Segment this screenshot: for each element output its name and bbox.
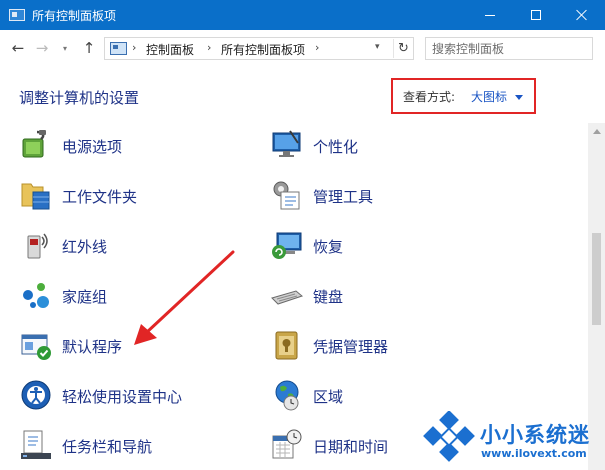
scrollbar-thumb[interactable] — [592, 233, 601, 325]
close-icon — [576, 9, 588, 21]
navigation-bar: ← → ▾ ↑ › 控制面板 › 所有控制面板项 › ▾ ↻ — [0, 30, 605, 68]
personalization-icon — [272, 130, 301, 157]
item-homegroup[interactable]: 家庭组 — [19, 278, 239, 318]
infrared-icon — [27, 233, 48, 259]
window-title: 所有控制面板项 — [32, 9, 117, 23]
item-personalization[interactable]: 个性化 — [270, 128, 510, 168]
minimize-button[interactable] — [467, 0, 513, 30]
date-time-icon — [272, 429, 302, 459]
item-label: 任务栏和导航 — [62, 438, 153, 456]
ease-of-access-icon — [21, 380, 51, 410]
item-label: 个性化 — [313, 138, 359, 156]
item-label: 家庭组 — [62, 288, 108, 306]
watermark-url: www.ilovext.com — [481, 447, 587, 460]
watermark-logo — [423, 411, 475, 462]
item-credential-manager[interactable]: 凭据管理器 — [270, 328, 510, 368]
back-button[interactable]: ← — [7, 38, 29, 58]
work-folders-icon — [21, 183, 50, 210]
search-input[interactable] — [432, 40, 582, 57]
view-by-dropdown[interactable]: 大图标 — [471, 88, 507, 105]
item-label: 凭据管理器 — [313, 338, 389, 356]
item-label: 工作文件夹 — [62, 188, 138, 206]
power-options-icon — [22, 130, 46, 158]
address-dropdown-button[interactable]: ▾ — [375, 42, 380, 52]
item-work-folders[interactable]: 工作文件夹 — [19, 178, 239, 218]
breadcrumb-control-panel[interactable]: 控制面板 — [146, 41, 194, 58]
region-icon — [275, 380, 299, 411]
minimize-icon — [485, 14, 495, 16]
item-label: 红外线 — [62, 238, 108, 256]
item-label: 键盘 — [313, 288, 344, 306]
item-recovery[interactable]: 恢复 — [270, 228, 510, 268]
close-button[interactable] — [559, 0, 605, 30]
breadcrumb-separator: › — [207, 41, 212, 54]
recent-locations-button[interactable]: ▾ — [58, 38, 72, 58]
watermark-title: 小小系统迷 — [480, 423, 590, 447]
item-label: 日期和时间 — [313, 438, 389, 456]
recovery-icon — [272, 232, 302, 259]
title-bar: 所有控制面板项 — [0, 0, 605, 30]
breadcrumb-separator: › — [315, 41, 320, 54]
item-label: 恢复 — [313, 238, 344, 256]
item-label: 轻松使用设置中心 — [62, 388, 183, 406]
up-button[interactable]: ↑ — [78, 38, 100, 58]
item-keyboard[interactable]: 键盘 — [270, 278, 510, 318]
address-bar[interactable]: › 控制面板 › 所有控制面板项 › ▾ ↻ — [104, 37, 414, 60]
item-default-programs[interactable]: 默认程序 — [19, 328, 239, 368]
breadcrumb-separator: › — [132, 41, 137, 54]
item-label: 电源选项 — [62, 138, 123, 156]
keyboard-icon — [271, 290, 304, 305]
item-infrared[interactable]: 红外线 — [19, 228, 239, 268]
homegroup-icon — [23, 283, 49, 308]
administrative-tools-icon — [273, 181, 300, 210]
item-administrative-tools[interactable]: 管理工具 — [270, 178, 510, 218]
item-taskbar-navigation[interactable]: 任务栏和导航 — [19, 428, 239, 468]
credential-manager-icon — [275, 331, 298, 360]
item-label: 默认程序 — [62, 338, 123, 356]
maximize-icon — [531, 10, 541, 20]
watermark: 小小系统迷 www.ilovext.com — [420, 407, 605, 470]
item-power-options[interactable]: 电源选项 — [19, 128, 239, 168]
maximize-button[interactable] — [513, 0, 559, 30]
item-label: 管理工具 — [313, 188, 374, 206]
search-box[interactable] — [425, 37, 593, 60]
taskbar-navigation-icon — [21, 430, 51, 459]
view-by-label: 查看方式: — [403, 90, 456, 104]
scroll-up-arrow-icon[interactable] — [593, 129, 601, 134]
refresh-button[interactable]: ↻ — [393, 39, 413, 58]
default-programs-icon — [21, 334, 51, 360]
control-panel-icon — [110, 42, 127, 55]
view-by-highlight: 查看方式: 大图标 — [391, 78, 536, 114]
page-heading: 调整计算机的设置 — [19, 89, 140, 107]
control-panel-window-icon — [9, 9, 25, 21]
breadcrumb-all-items[interactable]: 所有控制面板项 — [221, 41, 305, 58]
view-by-caret-icon[interactable] — [515, 95, 523, 100]
item-ease-of-access[interactable]: 轻松使用设置中心 — [19, 378, 239, 418]
forward-button[interactable]: → — [31, 38, 53, 58]
item-label: 区域 — [313, 388, 344, 406]
